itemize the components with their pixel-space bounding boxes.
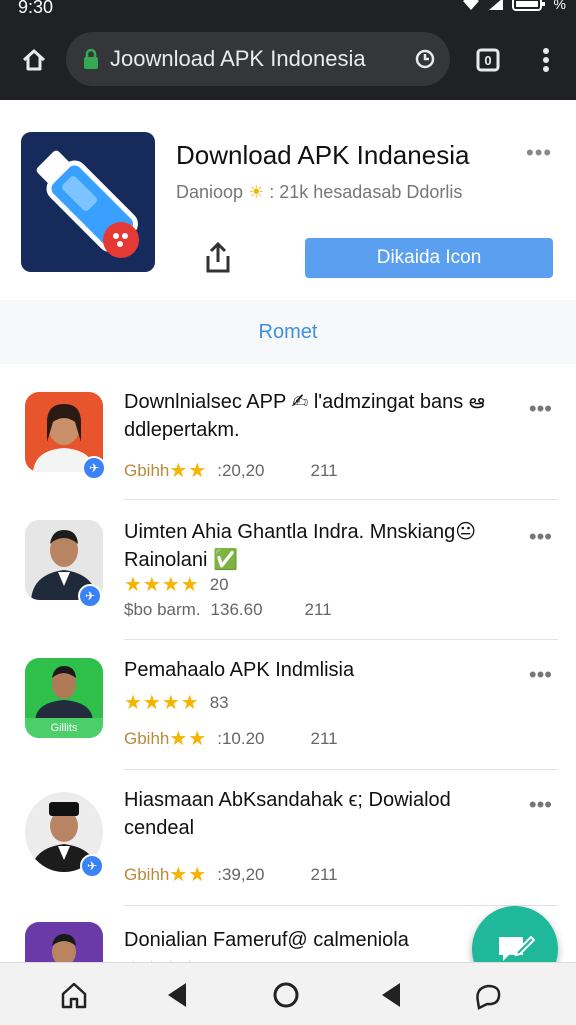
- meta-value: :39,20: [217, 864, 265, 884]
- meta-value: 136.60: [210, 600, 263, 619]
- person-photo-icon: [52, 934, 76, 962]
- home-button[interactable]: [14, 40, 54, 80]
- signal-icon: [488, 0, 503, 10]
- battery-percent: %: [553, 0, 566, 12]
- tab-romet[interactable]: Romet: [259, 321, 318, 344]
- rating-stars: ★★★★: [124, 574, 200, 596]
- url-bar[interactable]: Joownload APK Indonesia: [66, 32, 450, 86]
- list-item-more-button[interactable]: •••: [529, 792, 552, 818]
- rating-value: 83: [209, 692, 229, 712]
- rating-stars: ★★★★: [124, 692, 200, 714]
- meta-count: 211: [310, 460, 338, 480]
- list-item[interactable]: Gillits Pemahaalo APK Indmlisia ••• ★★★★…: [0, 640, 576, 770]
- page-content: Download APK Indanesia ••• Danioop ☀ : 2…: [0, 100, 576, 962]
- list-item-title: Hiasmaan AbKsandahak ϵ; Dowialod cendeal: [124, 789, 451, 839]
- list-item-rating: ★★★★ 83: [124, 690, 229, 715]
- list-item[interactable]: ✈ Uimten Ahia Ghantla Indra. Mnskiang😐 R…: [0, 500, 576, 640]
- list-item-title: Downlnialsec APP ✍ l'admzingat bans ఆ dd…: [124, 391, 485, 441]
- avatar: Gillits: [25, 658, 103, 738]
- nav-back-button[interactable]: [158, 977, 194, 1013]
- list-item-meta: Gbihh ★★ :20,20 211: [124, 458, 338, 483]
- sun-emoji-icon: ☀: [248, 182, 265, 202]
- meta-stars: ★★: [169, 460, 208, 482]
- avatar: [25, 922, 103, 962]
- more-menu-button[interactable]: [526, 40, 566, 80]
- svg-text:0: 0: [484, 53, 491, 68]
- meta-label: Gbihh: [124, 864, 170, 884]
- app-header-card: Download APK Indanesia ••• Danioop ☀ : 2…: [0, 100, 576, 369]
- meta-label: Gbihh: [124, 728, 170, 748]
- back-icon: [168, 983, 186, 1007]
- status-icons: %: [462, 0, 566, 12]
- meta-value: :10.20: [217, 728, 265, 748]
- app-downloads: : 21k hesadasab Ddorlis: [269, 182, 463, 202]
- list-item-meta: $bo barm. 136.60 211: [124, 600, 332, 620]
- avatar-caption: Gillits: [50, 722, 78, 734]
- app-developer: Danioop: [176, 182, 244, 202]
- circle-home-icon: [273, 982, 299, 1008]
- list-item-more-button[interactable]: •••: [529, 396, 552, 422]
- post-list: ✈ Downlnialsec APP ✍ l'admzingat bans ఆ …: [0, 368, 576, 962]
- tabs-button[interactable]: 0: [468, 40, 508, 80]
- list-item-meta: Gbihh ★★ :39,20 211: [124, 862, 338, 887]
- install-button[interactable]: Dikaida Icon: [305, 238, 553, 278]
- app-more-button[interactable]: •••: [526, 140, 552, 166]
- app-icon[interactable]: [21, 132, 155, 272]
- battery-icon: [511, 0, 545, 11]
- status-bar: 9:30 %: [0, 0, 576, 20]
- verified-badge-icon: ✈: [80, 854, 104, 878]
- lock-icon: [84, 48, 98, 69]
- nav-overview-button[interactable]: [268, 977, 304, 1013]
- tabs-icon: 0: [476, 48, 500, 72]
- url-text: Joownload APK Indonesia: [110, 46, 366, 71]
- list-item[interactable]: ✈ Downlnialsec APP ✍ l'admzingat bans ఆ …: [0, 368, 576, 500]
- list-item-more-button[interactable]: •••: [529, 662, 552, 688]
- list-item-meta: Gbihh ★★ :10.20 211: [124, 726, 338, 751]
- wifi-icon: [462, 0, 479, 10]
- tab-bar: Romet: [0, 300, 576, 364]
- home-icon: [61, 982, 87, 1009]
- home-outline-icon: [22, 49, 46, 71]
- meta-count: 211: [310, 728, 338, 748]
- nav-back-button-2[interactable]: [372, 977, 408, 1013]
- nav-home-button[interactable]: [56, 977, 92, 1013]
- meta-label: $bo barm.: [124, 600, 201, 619]
- share-icon: [206, 241, 230, 273]
- meta-count: 211: [310, 864, 338, 884]
- share-button[interactable]: [200, 240, 240, 280]
- app-subtitle: Danioop ☀ : 21k hesadasab Ddorlis: [176, 182, 462, 203]
- verified-badge-icon: ✈: [82, 456, 106, 480]
- clock-icon[interactable]: [414, 48, 436, 70]
- usb-drive-icon: [36, 150, 139, 258]
- meta-label: Gbihh: [124, 460, 170, 480]
- list-item-title: Uimten Ahia Ghantla Indra. Mnskiang😐 Rai…: [124, 521, 477, 571]
- list-item-more-button[interactable]: •••: [529, 524, 552, 550]
- app-title: Download APK Indanesia: [176, 140, 470, 170]
- back-icon-2: [382, 983, 400, 1007]
- list-item-title: Donialian Fameruf@ calmeniola: [124, 929, 409, 951]
- more-vert-icon: [543, 48, 549, 72]
- list-item-rating: ★★★★ 20: [124, 572, 229, 597]
- status-time: 9:30: [18, 0, 54, 17]
- list-item-title: Pemahaalo APK Indmlisia: [124, 659, 355, 681]
- verified-badge-icon: ✈: [78, 584, 102, 608]
- meta-stars: ★★: [169, 864, 208, 886]
- nav-chat-button[interactable]: [470, 977, 506, 1013]
- rating-value: 20: [209, 574, 229, 594]
- system-nav-bar: [0, 962, 576, 1025]
- list-item[interactable]: ✈ Hiasmaan AbKsandahak ϵ; Dowialod cende…: [0, 770, 576, 906]
- chat-icon: [476, 984, 501, 1010]
- meta-value: :20,20: [217, 460, 265, 480]
- meta-count: 211: [304, 600, 332, 619]
- browser-toolbar: Joownload APK Indonesia 0: [0, 20, 576, 100]
- meta-stars: ★★: [169, 728, 208, 750]
